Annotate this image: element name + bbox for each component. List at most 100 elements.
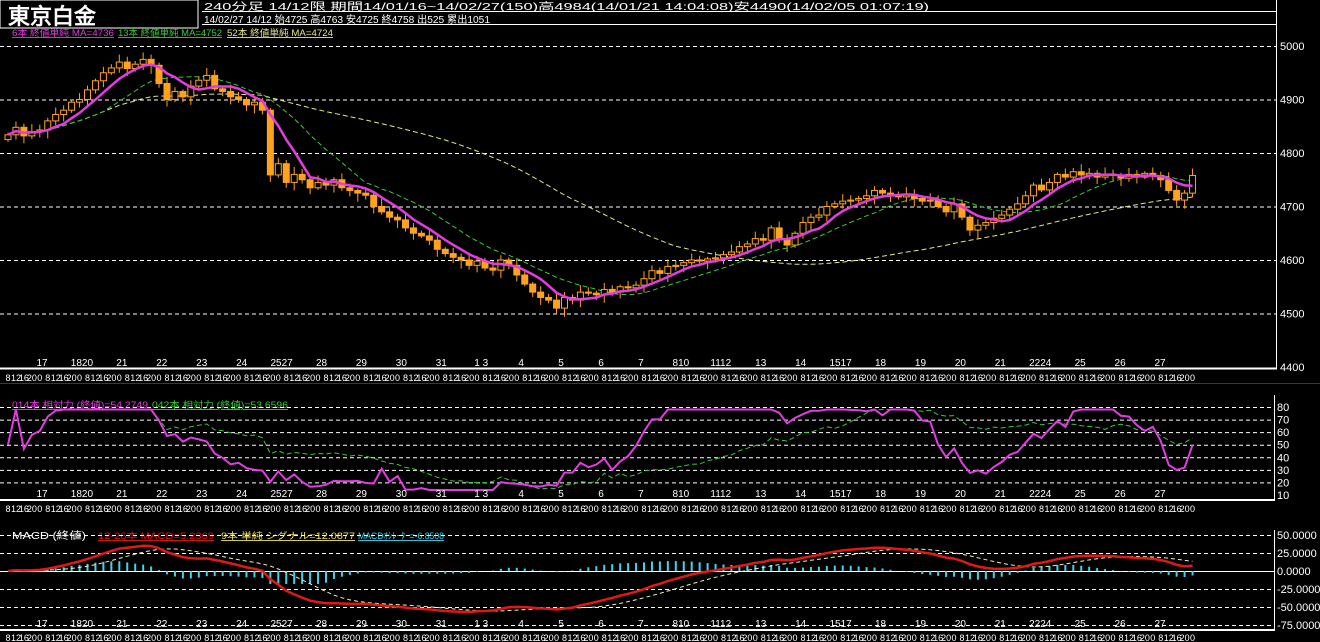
candle-body-down: [235, 96, 243, 100]
time-label: 20: [464, 373, 474, 383]
candle: [576, 285, 584, 308]
time-label: 20: [385, 373, 395, 383]
candle-body-up: [139, 58, 147, 65]
rsi-tick-label: 30: [1277, 465, 1289, 477]
day-label: 20: [955, 489, 967, 500]
time-label: 20: [67, 633, 77, 642]
time-label: 20: [862, 633, 872, 642]
time-label: 20: [623, 504, 633, 514]
time-label: 0: [1111, 633, 1116, 642]
candle: [632, 281, 640, 293]
candle-body-up: [855, 197, 863, 201]
day-label: 1 3: [474, 358, 488, 369]
day-label: 810: [673, 358, 690, 369]
time-label: 8: [244, 504, 249, 514]
candle-body-up: [727, 251, 735, 256]
time-label: 8: [562, 633, 567, 642]
candle-body-up: [1053, 173, 1061, 183]
day-label: 29: [356, 358, 368, 369]
time-label: 8: [204, 373, 209, 383]
candle-body-up: [68, 101, 76, 111]
time-label: 20: [623, 373, 633, 383]
candle: [1061, 168, 1069, 181]
candle-body-down: [457, 256, 465, 261]
time-label: 8: [1039, 373, 1044, 383]
time-label: 8: [5, 633, 10, 642]
time-label: 0: [713, 504, 718, 514]
rsi-tick-label: 70: [1277, 415, 1289, 427]
day-label: 13: [755, 619, 767, 630]
day-label: 23: [196, 358, 208, 369]
time-label: 8: [363, 633, 368, 642]
time-label: 8: [443, 504, 448, 514]
day-label: 29: [356, 619, 368, 630]
time-label: 20: [1180, 504, 1190, 514]
time-label: 8: [999, 633, 1004, 642]
candle: [942, 203, 950, 217]
time-label: 8: [204, 504, 209, 514]
day-label: 2224: [1029, 358, 1052, 369]
time-label: 8: [959, 633, 964, 642]
candle-body-down: [584, 291, 592, 294]
candle: [171, 87, 179, 103]
time-label: 20: [782, 504, 792, 514]
day-label: 14: [795, 619, 807, 630]
candle-body-down: [354, 189, 362, 194]
candle: [672, 260, 680, 271]
candle: [274, 157, 282, 178]
candle-body-up: [76, 99, 84, 103]
day-label: 1112: [710, 489, 731, 500]
time-label: 8: [323, 373, 328, 383]
ma52-series: [7, 93, 1193, 265]
macd-tick-label: 25.0000: [1277, 548, 1317, 560]
time-label: 0: [912, 633, 917, 642]
candle-body-down: [656, 270, 664, 274]
macd-tick-label: 0.0000: [1277, 566, 1311, 578]
time-label: 20: [822, 373, 832, 383]
candle-body-down: [1038, 184, 1045, 191]
candle: [1189, 168, 1197, 198]
rsi-tick-label: 60: [1277, 427, 1289, 439]
candle-body-down: [409, 227, 417, 234]
candle: [441, 247, 449, 257]
time-label: 8: [721, 373, 726, 383]
time-label: 0: [77, 633, 82, 642]
candle-body-up: [712, 257, 720, 260]
time-label: 0: [753, 504, 758, 514]
time-label: 20: [1140, 504, 1150, 514]
time-label: 0: [475, 633, 480, 642]
time-label: 0: [236, 504, 241, 514]
time-label: 20: [67, 373, 77, 383]
time-label: 0: [594, 504, 599, 514]
candle-body-up: [640, 278, 648, 286]
time-label: 20: [345, 504, 355, 514]
time-label: 0: [117, 633, 122, 642]
time-label: 8: [403, 504, 408, 514]
time-label: 20: [862, 373, 872, 383]
time-label: 8: [45, 504, 50, 514]
candle-body-down: [545, 296, 553, 301]
candle-body-up: [823, 206, 831, 216]
time-label: 8: [959, 504, 964, 514]
day-label: 18: [875, 619, 887, 630]
time-label: 0: [912, 373, 917, 383]
candle-body-down: [521, 274, 529, 285]
candle-body-up: [735, 246, 743, 253]
time-label: 0: [634, 373, 639, 383]
time-label: 8: [482, 504, 487, 514]
time-label: 20: [623, 633, 633, 642]
macd-tick-label: -50.0000: [1277, 602, 1320, 614]
time-label: 8: [45, 373, 50, 383]
time-label: 20: [742, 633, 752, 642]
legend-rsi42: 042本 相対力 (終値)=53.6596: [152, 399, 288, 410]
price-tick-label: 4400: [1280, 362, 1304, 374]
macd-grid: 50.0000 25.0000 0.0000 -25.0000 -50.0000 -75.…: [0, 530, 1320, 632]
candle: [497, 255, 505, 279]
time-label: 0: [355, 373, 360, 383]
candle: [791, 231, 799, 248]
time-label: 8: [403, 373, 408, 383]
legend-ma6: 6本 終値単純 MA=4736: [12, 27, 114, 38]
time-label: 0: [832, 504, 837, 514]
time-label: 0: [475, 373, 480, 383]
time-label: 8: [602, 633, 607, 642]
